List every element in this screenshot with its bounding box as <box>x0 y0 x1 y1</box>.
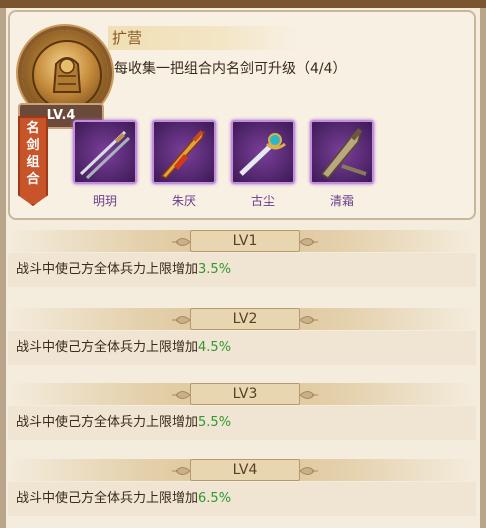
level-effect-3: 战斗中使己方全体兵力上限增加5.5% <box>8 406 476 440</box>
top-border <box>0 0 486 8</box>
right-ornament-icon <box>299 387 318 401</box>
sword-name-qingshuang: 清霜 <box>329 194 354 208</box>
sword-name-guchen: 古尘 <box>250 194 275 208</box>
effect-text: 战斗中使己方全体兵力上限增加 <box>16 340 199 355</box>
sword-slot-guchen[interactable] <box>231 120 295 184</box>
left-ornament-icon <box>172 463 191 477</box>
effect-value: 4.5% <box>198 340 232 355</box>
flame-sword-icon <box>160 130 206 179</box>
sword-slot-qingshuang[interactable] <box>310 120 374 184</box>
sword-slot-mingyue[interactable] <box>73 120 137 184</box>
level-effect-2: 战斗中使己方全体兵力上限增加4.5% <box>8 331 476 365</box>
ribbon-label: 名剑组合 <box>26 121 40 187</box>
sword-name-zhuyan: 朱厌 <box>171 194 196 208</box>
level-label-4: LV4 <box>190 459 300 481</box>
effect-text: 战斗中使己方全体兵力上限增加 <box>16 415 199 430</box>
level-effect-4: 战斗中使己方全体兵力上限增加6.5% <box>8 482 476 516</box>
left-ornament-icon <box>172 387 191 401</box>
combo-description: 每收集一把组合内名剑可升级（4/4） <box>114 61 347 77</box>
sword-name-mingyue: 明玥 <box>92 194 117 208</box>
level-label-1: LV1 <box>190 230 300 252</box>
broad-sword-icon <box>320 128 367 179</box>
armor-icon <box>52 57 82 93</box>
gem-sword-icon <box>239 133 286 176</box>
effect-text: 战斗中使己方全体兵力上限增加 <box>16 262 199 277</box>
level-label-2: LV2 <box>190 308 300 330</box>
twin-sword-icon <box>79 130 131 180</box>
left-ornament-icon <box>172 312 191 326</box>
effect-text: 战斗中使己方全体兵力上限增加 <box>16 491 199 506</box>
combo-title: 扩营 <box>112 29 143 47</box>
effect-value: 3.5% <box>198 262 232 277</box>
level-effect-1: 战斗中使己方全体兵力上限增加3.5% <box>8 253 476 287</box>
effect-value: 6.5% <box>198 491 232 506</box>
right-ornament-icon <box>299 463 318 477</box>
effect-value: 5.5% <box>198 415 232 430</box>
armor-portrait-icon <box>32 40 102 110</box>
right-ornament-icon <box>299 234 318 248</box>
left-ornament-icon <box>172 234 191 248</box>
right-ornament-icon <box>299 312 318 326</box>
sword-slot-zhuyan[interactable] <box>152 120 216 184</box>
level-label-3: LV3 <box>190 383 300 405</box>
